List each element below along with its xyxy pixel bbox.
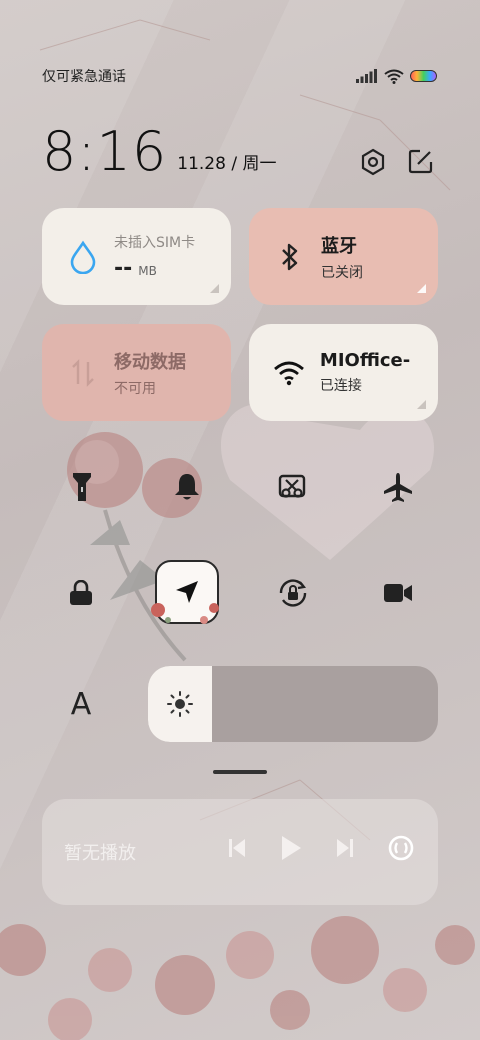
wifi-status: 已连接 [319,378,362,394]
next-icon[interactable] [336,838,354,858]
bluetooth-status: 已关闭 [321,264,363,281]
wallpaper-roses-bottom [0,916,475,1040]
wifi-icon [274,361,305,385]
tile-corner-marker [417,400,426,409]
flashlight-toggle[interactable] [52,457,112,517]
mobile-data-status: 不可用 [114,380,156,397]
clock-time[interactable]: 8:16 [42,122,167,182]
bluetooth-title: 蓝牙 [321,235,357,257]
wifi-network-name: MIOffice- [319,350,411,371]
signal-icon [356,69,377,83]
flower-decoration-icon [151,603,219,624]
tile-corner-marker [210,284,219,293]
media-player[interactable]: 暂无播放 [42,799,438,905]
wifi-icon [384,69,404,84]
mobile-data-tile[interactable]: 移动数据 不可用 [42,324,231,421]
rotation-lock-icon [279,579,307,607]
tile-corner-marker [417,284,426,293]
edit-icon[interactable] [408,148,434,174]
brightness-fill [148,666,212,742]
auto-brightness-label: A [70,686,92,722]
droplet-icon [70,240,96,274]
sun-icon [166,691,193,717]
play-icon[interactable] [280,835,302,861]
carrier-status: 仅可紧急通话 [42,69,126,85]
date-label[interactable]: 11.28 / 周一 [177,149,276,174]
rotation-lock-toggle[interactable] [263,563,323,623]
sim-status: 未插入SIM卡 [114,235,196,251]
data-usage-value: -- [114,256,133,281]
mobile-data-title: 移动数据 [114,351,186,373]
data-usage-unit: MB [138,264,157,278]
airplane-icon [384,473,412,502]
brightness-slider[interactable] [148,666,438,742]
lock-screen-toggle[interactable] [51,563,111,623]
flashlight-icon [73,473,91,501]
wifi-tile[interactable]: MIOffice- 已连接 [249,324,438,421]
clock-row: 8:16 11.28 / 周一 [42,122,438,182]
screenshot-toggle[interactable] [262,457,322,517]
media-status: 暂无播放 [64,843,136,864]
battery-icon [410,70,437,82]
screen-record-toggle[interactable] [368,563,428,623]
cast-icon[interactable] [388,835,414,861]
bell-icon [175,474,199,500]
lock-icon [70,580,92,605]
mobile-data-icon [72,358,94,387]
drag-handle[interactable] [213,770,267,774]
airplane-toggle[interactable] [368,457,428,517]
previous-icon[interactable] [228,838,246,858]
bluetooth-tile[interactable]: 蓝牙 已关闭 [249,208,438,305]
settings-icon[interactable] [360,148,386,176]
video-camera-icon [384,584,412,602]
data-usage-tile[interactable]: 未插入SIM卡 -- MB [42,208,231,305]
auto-brightness-toggle[interactable]: A [51,674,111,734]
ringer-toggle[interactable] [157,457,217,517]
status-bar: 仅可紧急通话 [42,62,438,90]
bluetooth-icon [282,243,298,270]
screenshot-icon [278,474,306,498]
